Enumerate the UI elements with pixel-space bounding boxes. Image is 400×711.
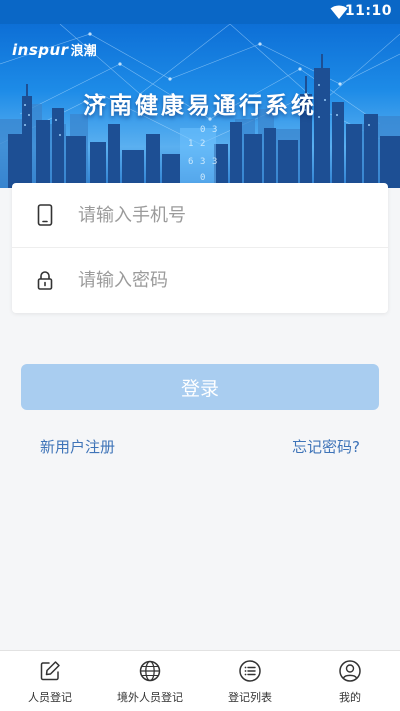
hero-banner: 0 3 1 2 6 3 3 0 inspur 浪潮 济南健康易通行系统: [0, 24, 400, 188]
phone-field-row: [12, 183, 388, 247]
phone-icon: [37, 204, 53, 226]
bottom-nav: 人员登记 境外人员登记 登记列表 我的: [0, 650, 400, 711]
phone-input[interactable]: [76, 194, 360, 236]
svg-text:3: 3: [212, 157, 217, 167]
login-form: [12, 183, 388, 313]
password-field-row: [12, 247, 388, 312]
app-title: 济南健康易通行系统: [83, 93, 317, 119]
password-input[interactable]: [76, 259, 360, 301]
svg-text:1: 1: [188, 139, 193, 149]
edit-icon: [40, 661, 60, 681]
logo-text: inspur: [12, 40, 69, 59]
status-time: 11:10: [344, 3, 392, 19]
svg-text:3: 3: [200, 157, 205, 167]
inspur-logo: inspur 浪潮: [12, 40, 97, 60]
svg-text:0: 0: [200, 125, 205, 135]
register-link[interactable]: 新用户注册: [40, 436, 115, 457]
nav-label: 境外人员登记: [117, 691, 183, 704]
globe-icon: [139, 660, 161, 682]
nav-item-personnel-registration[interactable]: 人员登记: [0, 651, 100, 711]
svg-text:6: 6: [188, 157, 193, 167]
logo-text-cn: 浪潮: [70, 44, 97, 59]
lock-icon: [37, 271, 53, 290]
svg-text:3: 3: [212, 125, 217, 135]
svg-text:0: 0: [200, 173, 205, 183]
nav-item-mine[interactable]: 我的: [300, 651, 400, 711]
nav-label: 人员登记: [28, 691, 72, 704]
forgot-password-link[interactable]: 忘记密码?: [292, 436, 360, 457]
login-button[interactable]: 登录: [21, 364, 379, 410]
svg-text:2: 2: [200, 139, 205, 149]
nav-item-registration-list[interactable]: 登记列表: [200, 651, 300, 711]
nav-item-overseas-registration[interactable]: 境外人员登记: [100, 651, 200, 711]
list-icon: [239, 660, 261, 682]
nav-label: 我的: [339, 691, 361, 704]
nav-label: 登记列表: [228, 691, 272, 704]
user-icon: [339, 660, 361, 682]
status-bar: 11:10: [0, 0, 400, 24]
